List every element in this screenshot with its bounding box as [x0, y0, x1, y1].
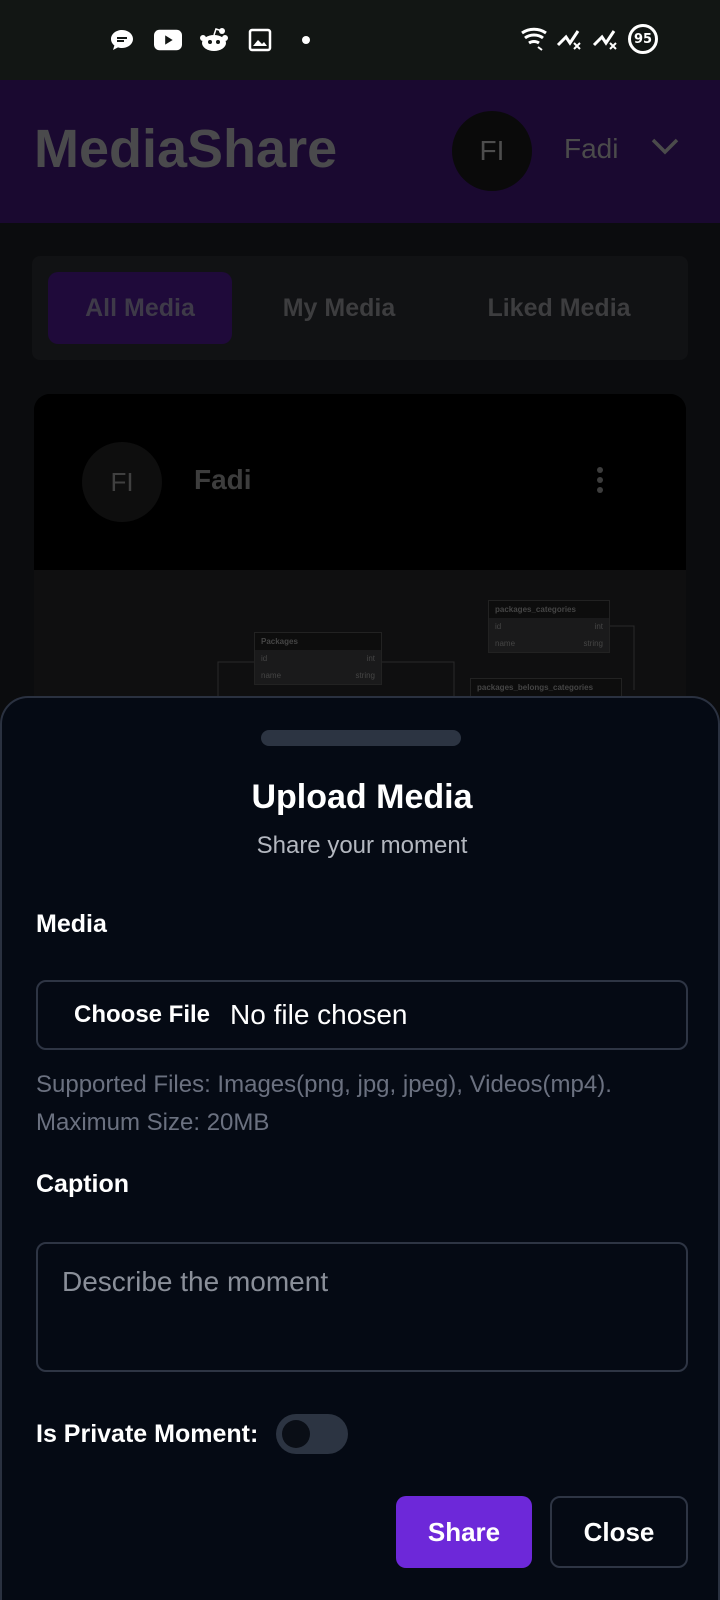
dot-icon: [292, 26, 320, 54]
app-header: MediaShare FI Fadi: [0, 80, 720, 223]
tab-liked-media[interactable]: Liked Media: [446, 272, 672, 344]
drag-handle[interactable]: [261, 730, 461, 746]
card-header: FI Fadi: [34, 394, 686, 570]
file-status: No file chosen: [230, 999, 408, 1030]
diagram-table: packages_belongs_categories: [470, 678, 622, 697]
diagram-table-row: id int: [261, 654, 375, 663]
notification-icons: [108, 26, 320, 54]
user-name[interactable]: Fadi: [564, 133, 618, 165]
more-options-icon[interactable]: [596, 466, 604, 499]
youtube-icon: [154, 26, 182, 54]
diagram-table-row: name string: [495, 639, 603, 648]
wifi-icon: [520, 25, 548, 53]
choose-file-button[interactable]: Choose File: [74, 1001, 210, 1029]
media-tabs: All Media My Media Liked Media: [32, 256, 688, 360]
caption-input[interactable]: [36, 1242, 688, 1372]
battery-indicator: 95: [628, 24, 658, 54]
avatar[interactable]: FI: [82, 442, 162, 522]
upload-media-sheet: Upload Media Share your moment Media Cho…: [0, 696, 720, 1600]
tab-all-media[interactable]: All Media: [48, 272, 232, 344]
diagram-table-name: Packages: [255, 633, 381, 650]
close-button[interactable]: Close: [550, 1496, 688, 1568]
sheet-subtitle: Share your moment: [256, 832, 468, 859]
tab-my-media[interactable]: My Media: [252, 272, 426, 344]
diagram-table: Packages id int name string: [254, 632, 382, 685]
avatar[interactable]: FI: [452, 111, 532, 191]
diagram-table-row: name string: [261, 671, 375, 680]
diagram-table-name: packages_categories: [489, 601, 609, 618]
toggle-knob: [282, 1420, 311, 1448]
signal-x-icon: [592, 25, 620, 53]
share-button[interactable]: Share: [396, 1496, 532, 1568]
diagram-table-name: packages_belongs_categories: [471, 679, 621, 696]
file-input[interactable]: Choose File No file chosen: [36, 980, 688, 1050]
diagram-table-row: id int: [495, 622, 603, 631]
post-author[interactable]: Fadi: [194, 464, 252, 496]
chat-bubble-icon: [108, 26, 136, 54]
reddit-icon: [200, 26, 228, 54]
system-icons: 95: [520, 24, 658, 54]
media-label: Media: [36, 910, 107, 938]
caption-label: Caption: [36, 1170, 130, 1198]
private-moment-row: Is Private Moment:: [36, 1414, 349, 1454]
chevron-down-icon[interactable]: [650, 136, 680, 161]
private-moment-label: Is Private Moment:: [36, 1419, 259, 1448]
app-title: MediaShare: [34, 119, 338, 179]
status-bar: 95: [0, 0, 720, 80]
image-icon: [246, 26, 274, 54]
supported-files-hint: Supported Files: Images(png, jpg, jpeg),…: [36, 1071, 612, 1136]
signal-x-icon: [556, 25, 584, 53]
diagram-table: packages_categories id int name string: [488, 600, 610, 653]
private-moment-toggle[interactable]: [276, 1414, 349, 1454]
sheet-title: Upload Media: [251, 778, 473, 816]
